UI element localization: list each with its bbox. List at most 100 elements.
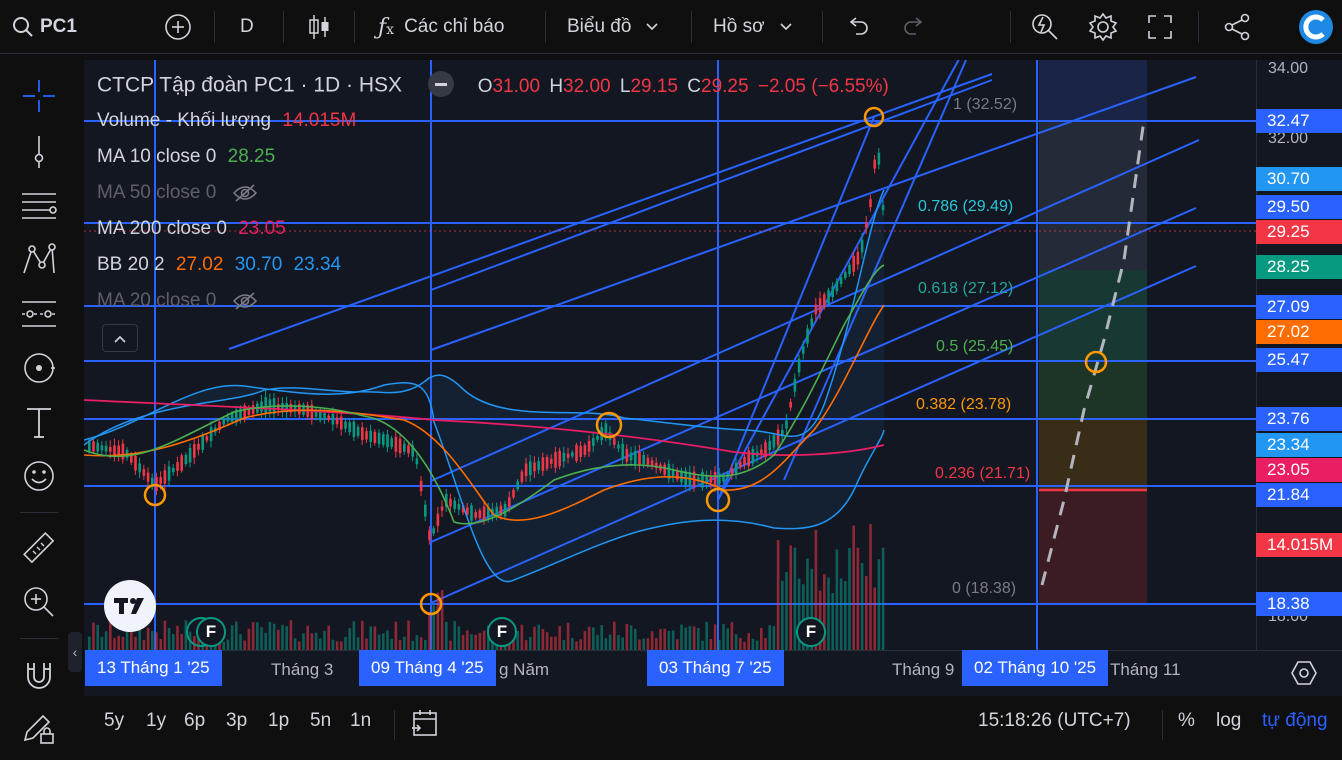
volume-bar <box>155 632 158 650</box>
range-button-5y[interactable]: 5y <box>104 710 124 732</box>
fullscreen-icon <box>1148 15 1172 39</box>
volume-bar <box>751 638 755 650</box>
volume-bar <box>764 637 767 650</box>
emoji-tool[interactable] <box>17 454 61 498</box>
range-button-1n[interactable]: 1n <box>350 710 371 732</box>
volume-bar <box>411 640 414 650</box>
earnings-event-marker[interactable]: F <box>196 617 226 647</box>
text-tool[interactable] <box>17 400 61 444</box>
candle-body <box>440 506 444 511</box>
legend-ma10[interactable]: MA 10 close 0 28.25 <box>97 146 275 168</box>
text-icon <box>27 408 51 438</box>
bottom-toolbar: 5y 1y 6p 3p 1p 5n 1n 15:18:26 (UTC+7) % log tự… <box>84 700 1342 750</box>
lock-drawings-tool[interactable] <box>17 706 61 750</box>
price-label: 32.47 <box>1256 109 1342 133</box>
volume-bar <box>159 639 162 650</box>
volume-bar <box>92 622 95 650</box>
legend-ma200[interactable]: MA 200 close 0 23.05 <box>97 218 286 240</box>
earnings-event-marker[interactable]: F <box>796 617 826 647</box>
fullscreen-button[interactable] <box>1146 0 1174 54</box>
candle-body <box>743 457 746 465</box>
chart-layout-button[interactable]: Biểu đồ <box>567 0 659 54</box>
measure-tool[interactable] <box>17 526 61 570</box>
volume-bar <box>655 638 658 650</box>
clock-timezone[interactable]: 15:18:26 (UTC+7) <box>978 710 1131 732</box>
candle-body <box>579 446 582 457</box>
candle-body <box>596 435 599 440</box>
redo-icon <box>904 17 923 35</box>
settings-button[interactable] <box>1088 0 1118 54</box>
chart-pane[interactable]: CTCP Tập đoàn PC1 · 1D · HSX O31.00 H32.… <box>84 60 1342 696</box>
crosshair-tool[interactable] <box>17 74 61 118</box>
candle-body <box>394 436 398 452</box>
range-button-1p[interactable]: 1p <box>268 710 289 732</box>
crosshair-icon <box>23 80 55 112</box>
pattern-tool[interactable] <box>17 238 61 282</box>
ma20-label: MA 20 close 0 <box>97 290 217 311</box>
share-button[interactable] <box>1222 0 1252 54</box>
fib-tool[interactable] <box>17 184 61 228</box>
auto-scale-toggle[interactable]: tự động <box>1262 710 1328 732</box>
volume-bar <box>638 639 641 650</box>
interval-button[interactable]: D <box>240 0 254 54</box>
hide-legend-button[interactable] <box>427 71 454 97</box>
tradingview-logo[interactable] <box>104 580 156 632</box>
volume-bar <box>529 636 532 650</box>
candle-body <box>142 469 146 476</box>
candle-body <box>230 412 234 422</box>
percent-toggle[interactable]: % <box>1178 710 1195 732</box>
indicators-button[interactable]: ƒx Các chỉ báo <box>378 0 504 54</box>
prediction-tool[interactable] <box>17 292 61 336</box>
volume-bar <box>142 640 146 650</box>
legend-bb[interactable]: BB 20 2 27.02 30.70 23.34 <box>97 254 341 276</box>
range-button-6p[interactable]: 6p <box>184 710 205 732</box>
undo-button[interactable] <box>846 0 870 54</box>
volume-bar <box>222 641 225 650</box>
alert-button[interactable] <box>1030 0 1060 54</box>
time-label: g Năm <box>499 660 550 679</box>
range-button-5n[interactable]: 5n <box>310 710 331 732</box>
volume-bar <box>688 626 692 650</box>
range-button-3p[interactable]: 3p <box>226 710 247 732</box>
collapse-toolbar-button[interactable]: ‹ <box>68 632 82 672</box>
log-toggle[interactable]: log <box>1216 710 1241 732</box>
candle-body <box>814 304 818 315</box>
trend-line-tool[interactable] <box>17 130 61 174</box>
volume-bar <box>541 629 545 650</box>
candle-body <box>390 438 393 447</box>
volume-bar <box>680 624 683 650</box>
fib-level-label: 0.236 (21.71) <box>935 465 1031 482</box>
ma50-label: MA 50 close 0 <box>97 182 217 203</box>
ma10-value: 28.25 <box>227 146 276 167</box>
magnet-tool[interactable] <box>17 654 61 698</box>
eye-off-icon[interactable] <box>232 183 258 203</box>
range-button-1y[interactable]: 1y <box>146 710 166 732</box>
shapes-tool[interactable] <box>17 346 61 390</box>
app-logo[interactable] <box>1298 0 1334 54</box>
chart-type-button[interactable] <box>306 0 332 54</box>
earnings-event-marker[interactable]: F <box>487 617 517 647</box>
candle-body <box>550 458 553 464</box>
candle-body <box>222 418 225 425</box>
candle-body <box>613 437 616 445</box>
redo-button[interactable] <box>902 0 926 54</box>
candle-body <box>663 464 666 475</box>
legend-ma20[interactable]: MA 20 close 0 <box>97 290 258 312</box>
candle-body <box>873 159 876 169</box>
volume-bar <box>285 626 288 650</box>
profile-button[interactable]: Hồ sơ <box>713 0 793 54</box>
collapse-legend-button[interactable] <box>102 324 138 352</box>
volume-bar <box>873 587 876 650</box>
symbol-search-button[interactable]: PC1 <box>12 0 77 54</box>
bb-upper-value: 30.70 <box>234 254 283 275</box>
chart-settings-button[interactable] <box>1291 660 1317 691</box>
goto-date-button[interactable] <box>410 708 440 745</box>
legend-volume[interactable]: Volume - Khối lượng 14.015M <box>97 110 356 132</box>
open-label: O <box>477 75 493 97</box>
zoom-tool[interactable] <box>17 580 61 624</box>
compare-add-button[interactable] <box>164 0 192 54</box>
legend-ma50[interactable]: MA 50 close 0 <box>97 182 258 204</box>
eye-off-icon[interactable] <box>232 291 258 311</box>
candle-body <box>768 441 771 451</box>
candle-body <box>419 480 423 492</box>
